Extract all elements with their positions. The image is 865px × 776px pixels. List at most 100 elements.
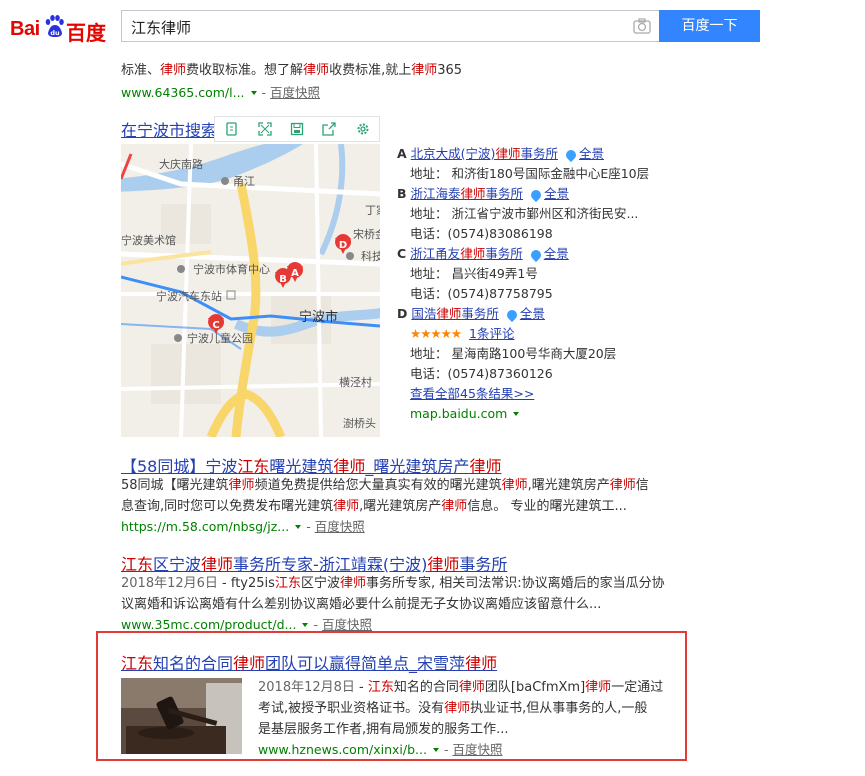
camera-icon[interactable]	[633, 18, 651, 34]
result2-title[interactable]: 【58同城】宁波江东曙光建筑律师_曙光建筑房产律师	[121, 453, 501, 477]
settings-gear-icon[interactable]	[356, 122, 370, 136]
snippet-text: 收费标准,就上	[329, 63, 412, 78]
poi-address: 地址： 和济街180号国际金融中心E座10层	[410, 166, 650, 181]
poi-name-link[interactable]: 浙江甬友律师事务所	[410, 246, 523, 261]
dropdown-arrow-icon[interactable]	[250, 90, 257, 95]
result3-title[interactable]: 江东区宁波律师事务所专家-浙江靖霖(宁波)律师事务所	[121, 551, 507, 575]
result4-thumbnail[interactable]	[121, 678, 242, 754]
poi-phone: 电话：(0574)87360126	[410, 366, 553, 381]
result4-url-line: www.hznews.com/xinxi/b... - 百度快照	[258, 742, 503, 757]
result2-snippet: 58同城【曙光建筑律师频道免费提供给您大量真实有效的曙光建筑律师,曙光建筑房产律…	[121, 478, 649, 514]
rating-stars-icon: ★★★★★	[410, 326, 462, 341]
result0-snapshot-link[interactable]: 百度快照	[270, 85, 320, 100]
panorama-icon	[563, 147, 579, 162]
map-label: 大庆南路	[159, 157, 203, 171]
poi-item-c[interactable]: C 浙江甬友律师事务所 全景	[397, 244, 569, 264]
dropdown-arrow-icon[interactable]	[302, 622, 309, 627]
result2-url[interactable]: https://m.58.com/nbsg/jz...	[121, 519, 289, 534]
map-label: 宁波汽车东站	[156, 289, 222, 303]
poi-letter: A	[397, 146, 407, 161]
svg-text:B: B	[279, 274, 287, 285]
poi-address: 地址： 浙江省宁波市鄞州区和济街民安...	[410, 206, 639, 221]
poi-address: 地址： 昌兴街49弄1号	[410, 266, 538, 281]
panorama-link[interactable]: 全景	[563, 146, 604, 162]
dropdown-arrow-icon[interactable]	[513, 411, 520, 416]
map-url-text[interactable]: map.baidu.com	[410, 406, 507, 421]
dropdown-arrow-icon[interactable]	[295, 524, 302, 529]
poi-item-d[interactable]: D 国浩律师事务所 全景	[397, 304, 545, 324]
poi-name-link[interactable]: 国浩律师事务所	[411, 306, 499, 321]
poi-item-b[interactable]: B 浙江海泰律师事务所 全景	[397, 184, 569, 204]
result3-snippet: 2018年12月6日 - fty25is江东区宁波律师事务所专家, 相关司法常识…	[121, 576, 665, 612]
poi-phone: 电话：(0574)83086198	[410, 226, 553, 241]
panorama-link[interactable]: 全景	[504, 306, 545, 322]
result3-url[interactable]: www.35mc.com/product/d...	[121, 617, 296, 632]
map-label: 宁波美术馆	[121, 233, 176, 247]
search-button[interactable]: 百度一下	[659, 10, 760, 42]
poi-name-link[interactable]: 北京大成(宁波)律师事务所	[411, 146, 558, 161]
search-query[interactable]: 江东律师	[131, 17, 191, 38]
map-result-title[interactable]: 在宁波市搜索	[121, 117, 217, 141]
panorama-icon	[528, 247, 543, 262]
map-label: 澍桥头	[343, 417, 376, 430]
svg-text:A: A	[291, 268, 299, 279]
result0-snippet: 标准、律师费收取标准。想了解律师收费标准,就上律师365	[121, 60, 462, 81]
poi-phone: 电话：(0574)87758795	[410, 286, 553, 301]
result3-date: 2018年12月6日	[121, 576, 218, 591]
map-canvas[interactable]: 大庆南路 甬江 丁家 宁波美术馆 宋桥金村 科技 宁波市体育中心 宁波汽车东站 …	[121, 144, 380, 437]
baidu-logo[interactable]: Bai du 百度	[10, 10, 115, 45]
result3-snapshot-link[interactable]: 百度快照	[322, 617, 372, 632]
snippet-text: 费收取标准。想了解	[186, 63, 304, 78]
copy-icon[interactable]	[225, 122, 239, 136]
snippet-highlight: 律师	[160, 63, 187, 78]
map-label: 甬江	[233, 175, 255, 188]
result2-url-line: https://m.58.com/nbsg/jz... - 百度快照	[121, 519, 365, 534]
result4-snippet: 2018年12月8日 - 江东知名的合同律师团队[baCfmXm]律师一定通过 …	[258, 680, 664, 737]
map-label: 宁波儿童公园	[187, 331, 253, 345]
result4-snapshot-link[interactable]: 百度快照	[452, 742, 502, 757]
poi-letter: C	[397, 246, 407, 261]
poi-name-link[interactable]: 浙江海泰律师事务所	[411, 186, 524, 201]
snippet-text: 365	[437, 63, 463, 78]
poi-rating: ★★★★★ 1条评论	[410, 324, 514, 344]
poi-address: 地址： 星海南路100号华商大厦20层	[410, 346, 617, 361]
fullscreen-icon[interactable]	[258, 122, 272, 136]
result4-title[interactable]: 江东知名的合同律师团队可以赢得简单点_宋雪萍律师	[121, 650, 497, 674]
result4-url[interactable]: www.hznews.com/xinxi/b...	[258, 742, 427, 757]
dropdown-arrow-icon[interactable]	[432, 747, 439, 752]
poi-letter: B	[397, 186, 407, 201]
save-icon[interactable]	[290, 122, 304, 136]
poi-item-a[interactable]: A 北京大成(宁波)律师事务所 全景	[397, 144, 604, 164]
map-label: 宁波市体育中心	[193, 262, 270, 276]
svg-text:C: C	[212, 320, 219, 331]
result0-url[interactable]: www.64365.com/l...	[121, 85, 245, 100]
svg-text:D: D	[339, 240, 347, 251]
logo-du: du	[50, 29, 60, 37]
logo-text-baidu: 百度	[66, 21, 106, 45]
poi-letter: D	[397, 306, 408, 321]
result4-date: 2018年12月8日	[258, 680, 355, 695]
map-image: 大庆南路 甬江 丁家 宁波美术馆 宋桥金村 科技 宁波市体育中心 宁波汽车东站 …	[121, 144, 380, 437]
panorama-icon	[504, 307, 519, 322]
result2-snapshot-link[interactable]: 百度快照	[315, 519, 365, 534]
review-link[interactable]: 1条评论	[469, 326, 514, 341]
panorama-icon	[528, 187, 544, 202]
map-label: 横泾村	[339, 375, 372, 389]
snippet-highlight: 律师	[411, 63, 438, 78]
panorama-link[interactable]: 全景	[528, 186, 569, 202]
result0-url-line: www.64365.com/l... - 百度快照	[121, 85, 321, 100]
map-city-label: 宁波市	[299, 309, 338, 325]
search-input[interactable]: 江东律师	[121, 10, 659, 42]
map-url: map.baidu.com	[410, 404, 524, 424]
gavel-image	[121, 678, 242, 754]
snippet-text: 标准、	[121, 63, 161, 78]
share-icon[interactable]	[322, 122, 336, 136]
map-label: 科技	[361, 249, 380, 263]
logo-text-bai: Bai	[10, 18, 40, 40]
view-all-link[interactable]: 查看全部45条结果>>	[410, 384, 534, 404]
map-label: 宋桥金村	[353, 227, 380, 241]
map-toolbar	[214, 116, 380, 142]
map-label: 丁家	[365, 203, 380, 217]
snippet-highlight: 律师	[303, 63, 330, 78]
panorama-link[interactable]: 全景	[528, 246, 569, 262]
